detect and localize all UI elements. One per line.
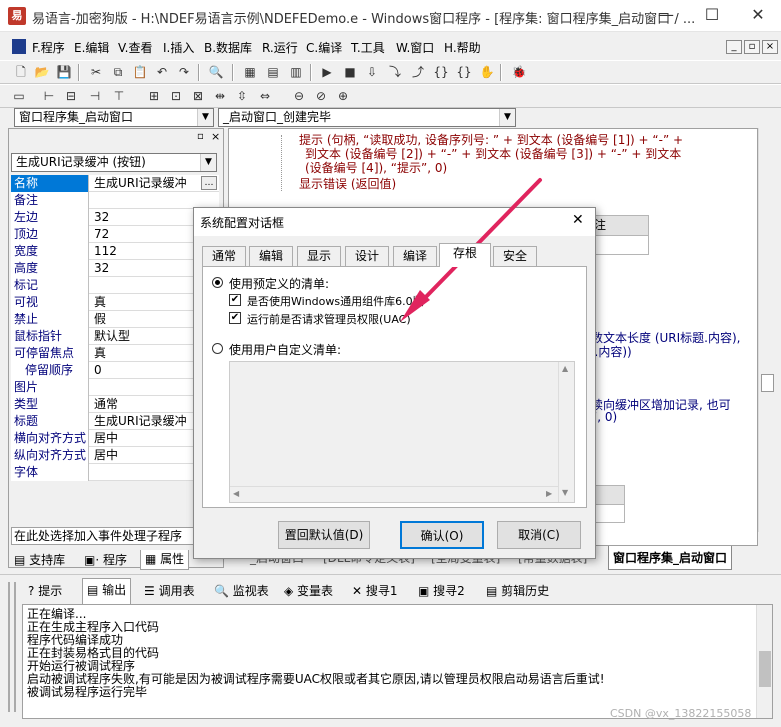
tab-stub[interactable]: 存根 (439, 243, 491, 267)
annotation-arrow-icon (400, 178, 542, 322)
